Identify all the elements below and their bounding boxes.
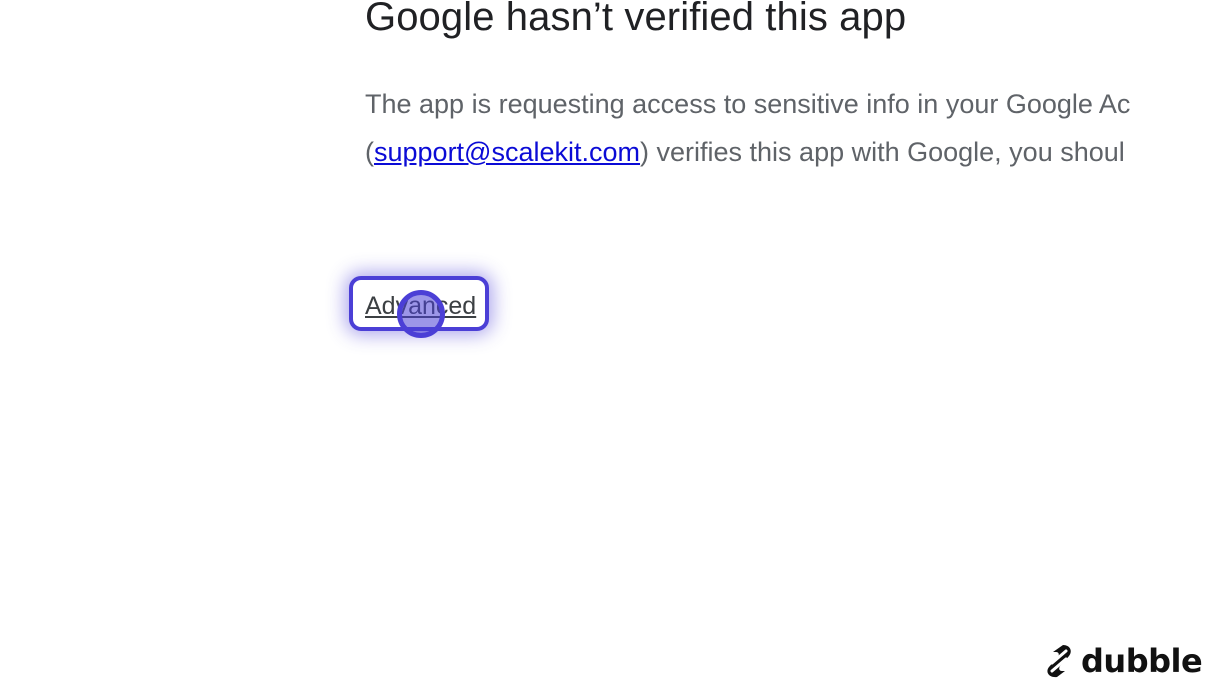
developer-email-link[interactable]: support@scalekit.com (374, 137, 640, 167)
description-line-2-rest: ) verifies this app with Google, you sho… (640, 137, 1125, 167)
page-title: Google hasn’t verified this app (365, 0, 907, 39)
dubble-wordmark: dubble (1081, 642, 1203, 680)
advanced-link[interactable]: Advanced (365, 290, 476, 322)
warning-description: The app is requesting access to sensitiv… (365, 80, 1130, 176)
description-line-1: The app is requesting access to sensitiv… (365, 89, 1131, 119)
description-open-paren: ( (365, 137, 374, 167)
description-line-2: (support@scalekit.com) verifies this app… (365, 128, 1130, 176)
dubble-logo-icon (1047, 645, 1071, 678)
consent-warning-page: Google hasn’t verified this app The app … (0, 0, 1210, 691)
dubble-watermark: dubble (1043, 642, 1203, 680)
